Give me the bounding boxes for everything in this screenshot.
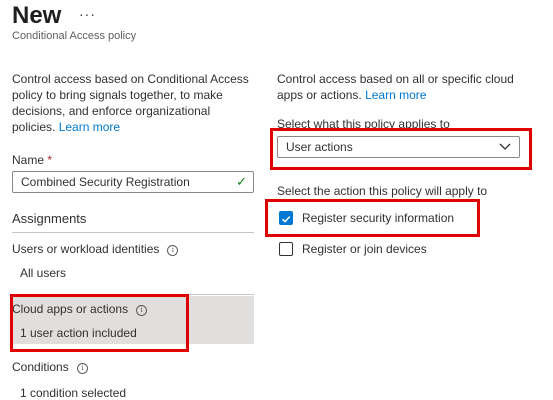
checkbox-unchecked-icon[interactable] — [279, 242, 293, 256]
left-intro-text: Control access based on Conditional Acce… — [12, 72, 249, 134]
policy-name-input[interactable]: Combined Security Registration ✓ — [12, 171, 254, 193]
info-icon[interactable]: i — [76, 363, 88, 374]
users-value-link[interactable]: All users — [20, 266, 66, 280]
policy-name-value: Combined Security Registration — [21, 175, 190, 189]
register-join-devices-label[interactable]: Register or join devices — [302, 242, 427, 256]
page-title: New — [12, 2, 62, 29]
conditions-section-label: Conditions i — [12, 360, 88, 374]
assignments-heading: Assignments — [12, 211, 87, 226]
info-icon[interactable]: i — [167, 245, 179, 256]
users-section-label: Users or workload identities i — [12, 242, 179, 256]
page-subtitle: Conditional Access policy — [12, 30, 137, 42]
conditions-label-text: Conditions — [12, 360, 69, 374]
register-security-highlight-box — [265, 199, 480, 237]
left-learn-more-link[interactable]: Learn more — [59, 120, 120, 134]
conditions-value-link[interactable]: 1 condition selected — [20, 386, 126, 400]
checkmark-icon: ✓ — [236, 174, 247, 189]
cloud-apps-highlight-box — [10, 294, 189, 352]
right-learn-more-link[interactable]: Learn more — [365, 88, 426, 102]
name-label-text: Name — [12, 153, 45, 167]
more-options-icon[interactable]: ··· — [79, 6, 96, 22]
left-intro: Control access based on Conditional Acce… — [12, 71, 256, 135]
name-label: Name * — [12, 153, 52, 167]
users-label-text: Users or workload identities — [12, 242, 160, 256]
applies-to-highlight-box — [270, 128, 532, 170]
required-indicator: * — [47, 153, 53, 167]
right-intro: Control access based on all or specific … — [277, 71, 527, 103]
assignments-divider — [12, 232, 254, 233]
action-label: Select the action this policy will apply… — [277, 184, 488, 198]
